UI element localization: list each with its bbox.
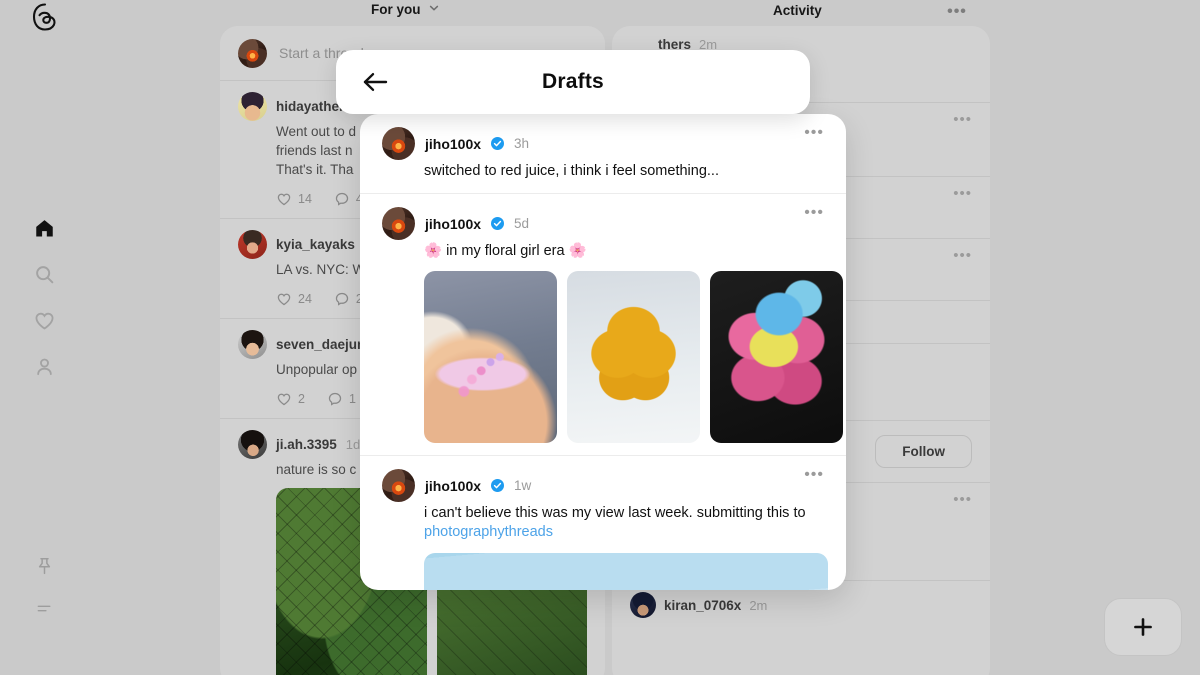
- comment-count: 1: [348, 392, 356, 406]
- new-thread-button[interactable]: [1104, 598, 1182, 656]
- more-horizontal-icon[interactable]: •••: [953, 492, 972, 507]
- comment-action[interactable]: 1: [327, 391, 356, 407]
- post-username[interactable]: ji.ah.3395: [276, 437, 337, 452]
- yellow-flower-jelly-photo[interactable]: [567, 271, 700, 443]
- threads-app-window: For you Activity ••• Start a thread... h…: [0, 0, 1200, 675]
- drafts-modal-body: ••• jiho100x 3h switched to red juice, i…: [360, 114, 846, 590]
- pin-icon[interactable]: [0, 545, 88, 587]
- draft-text: 🌸 in my floral girl era 🌸: [424, 243, 587, 259]
- draft-text: i can't believe this was my view last we…: [424, 504, 824, 542]
- activity-username[interactable]: kiran_0706x: [664, 598, 741, 613]
- draft-timestamp: 3h: [514, 136, 530, 151]
- like-count: 14: [298, 192, 312, 206]
- heart-icon: [277, 393, 291, 406]
- like-action[interactable]: 24: [276, 291, 312, 307]
- follow-button[interactable]: Follow: [875, 435, 972, 468]
- draft-text-main: i can't believe this was my view last we…: [424, 505, 806, 521]
- pink-foil-flower-balloons-photo[interactable]: [710, 271, 843, 443]
- like-count: 2: [298, 392, 305, 406]
- draft-username[interactable]: jiho100x: [425, 216, 481, 232]
- avatar[interactable]: [382, 127, 415, 160]
- avatar[interactable]: [382, 207, 415, 240]
- post-timestamp: 1d: [345, 437, 361, 452]
- draft-media-gallery: [424, 271, 843, 443]
- draft-item[interactable]: ••• jiho100x 3h switched to red juice, i…: [360, 114, 846, 194]
- rail-nav-primary: [0, 205, 88, 389]
- avatar[interactable]: [238, 330, 267, 359]
- draft-header: jiho100x 3h: [382, 127, 824, 160]
- draft-text: switched to red juice, i think i feel so…: [424, 163, 719, 179]
- more-horizontal-icon[interactable]: •••: [946, 3, 968, 21]
- post-username[interactable]: seven_daejun: [276, 337, 365, 352]
- like-action[interactable]: 14: [276, 191, 312, 207]
- threads-logo-icon[interactable]: [28, 0, 62, 34]
- draft-item[interactable]: ••• jiho100x 1w i can't believe this was…: [360, 456, 846, 590]
- more-horizontal-icon[interactable]: •••: [953, 112, 972, 127]
- draft-username[interactable]: jiho100x: [425, 136, 481, 152]
- draft-header: jiho100x 1w: [382, 469, 824, 502]
- more-horizontal-icon[interactable]: •••: [953, 248, 972, 263]
- tab-for-you[interactable]: For you: [371, 2, 440, 17]
- tab-for-you-label: For you: [371, 2, 421, 17]
- menu-icon[interactable]: [0, 587, 88, 629]
- more-horizontal-icon[interactable]: •••: [804, 205, 824, 221]
- like-count: 24: [298, 292, 312, 306]
- plus-icon: [1134, 618, 1152, 636]
- draft-item[interactable]: ••• jiho100x 5d 🌸 in my floral girl era …: [360, 194, 846, 456]
- sidebar-item-profile[interactable]: [0, 343, 88, 389]
- comment-action[interactable]: 2: [334, 291, 363, 307]
- heart-icon: [277, 293, 291, 306]
- comment-action[interactable]: 4: [334, 191, 363, 207]
- draft-timestamp: 1w: [514, 478, 532, 493]
- activity-header: kiran_0706x 2m: [630, 592, 972, 618]
- top-tab-bar: For you Activity •••: [88, 0, 1200, 24]
- tab-activity[interactable]: Activity: [773, 3, 822, 18]
- draft-timestamp: 5d: [514, 216, 530, 231]
- avatar[interactable]: [238, 230, 267, 259]
- more-horizontal-icon[interactable]: •••: [953, 186, 972, 201]
- comment-icon: [328, 392, 342, 406]
- left-nav-rail: [0, 0, 88, 675]
- page-title: Drafts: [542, 70, 604, 93]
- chevron-down-icon[interactable]: [428, 2, 440, 17]
- verified-badge-icon: [491, 137, 505, 150]
- back-arrow-icon[interactable]: [362, 70, 388, 94]
- draft-username[interactable]: jiho100x: [425, 478, 481, 494]
- drafts-modal-header: Drafts: [336, 50, 810, 114]
- draft-header: jiho100x 5d: [382, 207, 824, 240]
- comment-icon: [335, 192, 349, 206]
- avatar[interactable]: [630, 592, 656, 618]
- rail-nav-secondary: [0, 545, 88, 629]
- avatar[interactable]: [238, 38, 267, 68]
- post-username[interactable]: kyia_kayaks: [276, 237, 355, 252]
- verified-badge-icon: [491, 479, 505, 492]
- sidebar-item-home[interactable]: [0, 205, 88, 251]
- avatar[interactable]: [238, 430, 267, 459]
- heart-icon: [277, 193, 291, 206]
- sidebar-item-search[interactable]: [0, 251, 88, 297]
- beaded-flower-ring-photo[interactable]: [424, 271, 557, 443]
- draft-link[interactable]: photographythreads: [424, 524, 553, 540]
- activity-timestamp: 2m: [749, 597, 768, 613]
- more-horizontal-icon[interactable]: •••: [804, 125, 824, 141]
- coastal-bay-landscape-photo[interactable]: [424, 553, 828, 590]
- like-action[interactable]: 2: [276, 391, 305, 407]
- verified-badge-icon: [491, 217, 505, 230]
- avatar[interactable]: [238, 92, 267, 121]
- sidebar-item-activity[interactable]: [0, 297, 88, 343]
- comment-icon: [335, 292, 349, 306]
- avatar[interactable]: [382, 469, 415, 502]
- more-horizontal-icon[interactable]: •••: [804, 467, 824, 483]
